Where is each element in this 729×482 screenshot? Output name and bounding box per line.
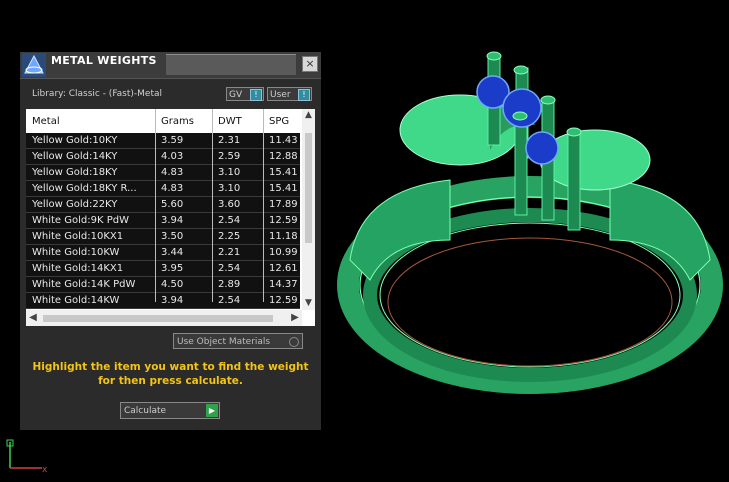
table-row[interactable]: Yellow Gold:18KY 4.83 3.10 15.41 — [26, 165, 300, 181]
table-row[interactable]: White Gold:14K PdW 4.50 2.89 14.37 — [26, 277, 300, 293]
cell-metal: Yellow Gold:10KY — [32, 135, 118, 146]
table-body: Yellow Gold:10KY 3.59 2.31 11.43 Yellow Gold… — [26, 133, 300, 309]
cell-grams: 3.44 — [161, 247, 184, 258]
panel-titlebar[interactable]: METAL WEIGHTS × — [20, 52, 321, 79]
cell-grams: 4.50 — [161, 279, 184, 290]
toggle-icon: ! — [250, 89, 262, 101]
column-header-metal[interactable]: Metal — [32, 116, 60, 127]
cell-grams: 4.03 — [161, 151, 184, 162]
table-row[interactable]: Yellow Gold:14KY 4.03 2.59 12.88 — [26, 149, 300, 165]
play-arrow-icon: ▶ — [206, 404, 218, 417]
cell-metal: White Gold:14KX1 — [32, 263, 124, 274]
titlebar-grip[interactable] — [166, 54, 296, 75]
cell-metal: Yellow Gold:18KY — [32, 167, 118, 178]
cell-metal: Yellow Gold:18KY R... — [32, 183, 137, 194]
table-header: Metal Grams DWT SPG — [26, 109, 300, 134]
cell-grams: 3.50 — [161, 231, 184, 242]
cell-metal: White Gold:10KW — [32, 247, 120, 258]
library-label: Library: Classic - (Fast)-Metal — [32, 89, 163, 99]
table-row[interactable]: White Gold:9K PdW 3.94 2.54 12.59 — [26, 213, 300, 229]
cell-dwt: 2.54 — [218, 295, 241, 306]
scroll-right-icon[interactable]: ▶ — [288, 310, 302, 326]
app-logo-icon — [22, 53, 46, 77]
cell-grams: 4.83 — [161, 183, 184, 194]
column-header-spg[interactable]: SPG — [269, 116, 289, 127]
cell-spg: 15.41 — [269, 167, 298, 178]
column-divider — [212, 109, 213, 302]
panel-title: METAL WEIGHTS — [51, 54, 157, 67]
cell-dwt: 3.60 — [218, 199, 241, 210]
table-row[interactable]: White Gold:14KX1 3.95 2.54 12.61 — [26, 261, 300, 277]
horizontal-scroll-thumb[interactable] — [43, 315, 273, 322]
gv-toggle[interactable]: GV ! — [226, 87, 264, 101]
cell-grams: 4.83 — [161, 167, 184, 178]
cell-spg: 12.59 — [269, 295, 298, 306]
cell-spg: 10.99 — [269, 247, 298, 258]
cell-spg: 17.89 — [269, 199, 298, 210]
axis-triad-icon: x — [6, 439, 48, 475]
ring-3d-model[interactable] — [330, 40, 729, 430]
metal-weights-panel: METAL WEIGHTS × Library: Classic - (Fast… — [20, 52, 321, 430]
cell-spg: 12.61 — [269, 263, 298, 274]
table-row[interactable]: Yellow Gold:10KY 3.59 2.31 11.43 — [26, 133, 300, 149]
cell-spg: 12.88 — [269, 151, 298, 162]
cell-dwt: 3.10 — [218, 183, 241, 194]
user-toggle[interactable]: User ! — [267, 87, 312, 101]
cell-metal: White Gold:9K PdW — [32, 215, 129, 226]
column-divider — [263, 109, 264, 302]
cell-spg: 11.18 — [269, 231, 298, 242]
table-row[interactable]: Yellow Gold:22KY 5.60 3.60 17.89 — [26, 197, 300, 213]
axis-x-label: x — [42, 465, 48, 475]
cell-grams: 3.94 — [161, 295, 184, 306]
cell-grams: 3.94 — [161, 215, 184, 226]
column-header-grams[interactable]: Grams — [161, 116, 194, 127]
table-row[interactable]: White Gold:10KX1 3.50 2.25 11.18 — [26, 229, 300, 245]
user-toggle-label: User — [270, 90, 291, 100]
cell-dwt: 2.89 — [218, 279, 241, 290]
metal-table: Metal Grams DWT SPG Yellow Gold:10KY 3.59… — [26, 109, 315, 326]
cell-metal: White Gold:14K PdW — [32, 279, 136, 290]
calculate-button[interactable]: Calculate ▶ — [120, 402, 220, 419]
radio-icon — [289, 337, 299, 347]
close-button[interactable]: × — [302, 56, 318, 72]
cell-spg: 15.41 — [269, 183, 298, 194]
table-row[interactable]: White Gold:14KW 3.94 2.54 12.59 — [26, 293, 300, 309]
cell-metal: White Gold:14KW — [32, 295, 120, 306]
cell-metal: Yellow Gold:22KY — [32, 199, 118, 210]
cell-metal: White Gold:10KX1 — [32, 231, 124, 242]
instruction-text: Highlight the item you want to find the … — [32, 361, 309, 387]
cell-spg: 11.43 — [269, 135, 298, 146]
scroll-up-icon[interactable]: ▲ — [302, 109, 315, 121]
scroll-down-icon[interactable]: ▼ — [302, 297, 315, 309]
column-divider — [155, 109, 156, 302]
cell-metal: Yellow Gold:14KY — [32, 151, 118, 162]
cell-dwt: 2.25 — [218, 231, 241, 242]
use-object-materials-label: Use Object Materials — [177, 337, 271, 347]
cell-spg: 14.37 — [269, 279, 298, 290]
use-object-materials-toggle[interactable]: Use Object Materials — [173, 333, 303, 349]
vertical-scrollbar[interactable]: ▲ ▼ — [302, 109, 315, 310]
cell-dwt: 2.54 — [218, 263, 241, 274]
table-row[interactable]: White Gold:10KW 3.44 2.21 10.99 — [26, 245, 300, 261]
vertical-scroll-thumb[interactable] — [305, 133, 312, 243]
cell-grams: 3.59 — [161, 135, 184, 146]
calculate-label: Calculate — [124, 406, 167, 416]
scroll-left-icon[interactable]: ◀ — [26, 310, 40, 326]
cell-dwt: 2.21 — [218, 247, 241, 258]
cell-grams: 5.60 — [161, 199, 184, 210]
column-header-dwt[interactable]: DWT — [218, 116, 242, 127]
horizontal-scrollbar[interactable]: ◀ ▶ — [26, 310, 302, 326]
gv-toggle-label: GV — [229, 90, 243, 100]
cell-dwt: 3.10 — [218, 167, 241, 178]
toggle-icon: ! — [298, 89, 310, 101]
cell-dwt: 2.54 — [218, 215, 241, 226]
table-row[interactable]: Yellow Gold:18KY R... 4.83 3.10 15.41 — [26, 181, 300, 197]
cell-dwt: 2.59 — [218, 151, 241, 162]
cell-spg: 12.59 — [269, 215, 298, 226]
cell-grams: 3.95 — [161, 263, 184, 274]
cell-dwt: 2.31 — [218, 135, 241, 146]
